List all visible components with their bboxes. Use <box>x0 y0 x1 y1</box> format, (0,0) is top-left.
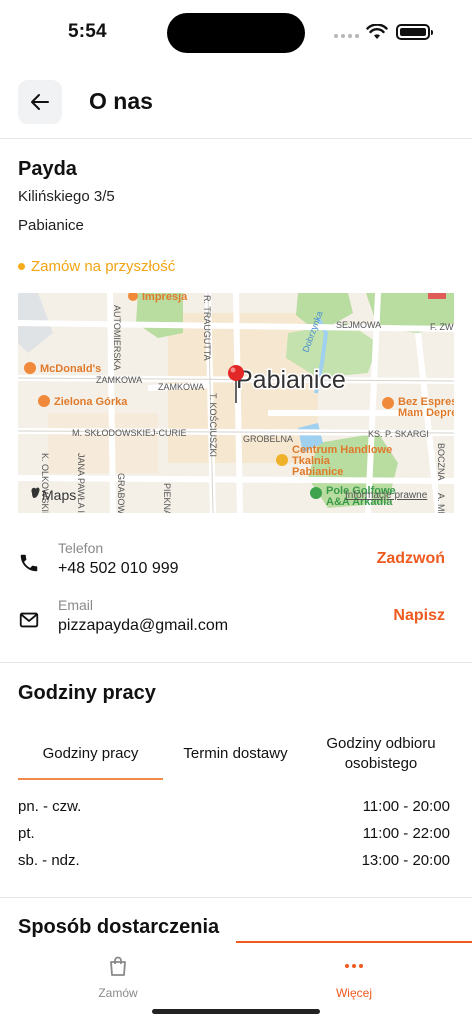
future-order-label: Zamów na przyszłość <box>31 258 176 275</box>
hours-divider <box>0 897 472 898</box>
bag-icon <box>110 956 126 976</box>
map-street-label: ZAMKOWA <box>158 382 204 392</box>
tab-label: Termin dostawy <box>183 745 288 762</box>
tab-delivery-time[interactable]: Termin dostawy <box>163 728 308 780</box>
map-street-label: A. MI <box>436 493 446 513</box>
home-indicator <box>152 1009 320 1014</box>
future-order-dot-icon <box>18 263 25 270</box>
nav-item-order[interactable]: Zamów <box>58 955 178 1000</box>
hours-time: 13:00 - 20:00 <box>361 852 450 869</box>
location-map[interactable]: AUTOMIERSKA R. TRAUGUTTA SEJMOWA F. ZWI … <box>18 293 454 513</box>
header: O nas <box>0 80 472 138</box>
map-poi-label: Pabianice <box>292 466 343 478</box>
page-title: O nas <box>89 88 153 114</box>
map-street-label: T. KOŚCIUSZKI <box>208 393 219 457</box>
nav-active-indicator <box>236 941 472 943</box>
wifi-icon <box>366 24 388 39</box>
map-street-label: F. ZWI <box>430 322 454 332</box>
address-city: Pabianice <box>18 217 84 234</box>
future-order-link[interactable]: Zamów na przyszłość <box>18 258 175 275</box>
phone-number: +48 502 010 999 <box>58 560 179 577</box>
mail-icon <box>19 612 39 628</box>
map-street-label: SEJMOWA <box>336 320 381 330</box>
hours-row: pt. 11:00 - 22:00 <box>18 825 450 842</box>
hours-section-title: Godziny pracy <box>18 682 156 704</box>
hours-row: pn. - czw. 11:00 - 20:00 <box>18 798 450 815</box>
map-street-label: M. SKŁODOWSKIEJ-CURIE <box>72 428 187 438</box>
map-street-label: BOCZNA <box>436 443 446 481</box>
tab-label: Godziny pracy <box>42 745 139 762</box>
delivery-section-title: Sposób dostarczenia <box>18 916 220 938</box>
tab-label: Godziny odbioru osobistego <box>326 735 436 772</box>
header-divider <box>0 138 472 139</box>
maps-attribution-label: Maps <box>42 487 76 503</box>
call-button[interactable]: Zadzwoń <box>377 550 445 568</box>
hours-time: 11:00 - 22:00 <box>362 825 450 842</box>
tab-opening-hours[interactable]: Godziny pracy <box>18 728 163 780</box>
hours-time: 11:00 - 20:00 <box>362 798 450 815</box>
arrow-left-icon <box>31 94 49 110</box>
map-street-label: GROBELNA <box>243 434 293 444</box>
email-address: pizzapayda@gmail.com <box>58 617 229 634</box>
status-bar: 5:54 <box>0 0 472 66</box>
phone-row: Telefon +48 502 010 999 Zadzwoń <box>0 540 472 590</box>
hours-tabs: Godziny pracy Termin dostawy Godziny odb… <box>18 728 454 780</box>
nav-item-more[interactable]: Więcej <box>294 955 414 1000</box>
map-poi-label: Mam Depresji <box>398 407 454 419</box>
hours-days: sb. - ndz. <box>18 852 80 869</box>
map-street-label: AUTOMIERSKA <box>112 305 122 370</box>
status-time: 5:54 <box>68 21 107 42</box>
map-street-label: R. TRAUGUTTA <box>202 295 212 361</box>
map-poi-label: Impresja <box>142 293 188 303</box>
address-street: Kilińskiego 3/5 <box>18 188 115 205</box>
map-street-label: KS. P. SKARGI <box>368 429 429 439</box>
map-street-label: JANA PAWŁA II <box>76 453 86 513</box>
phone-icon <box>20 554 38 572</box>
hours-days: pt. <box>18 825 35 842</box>
email-label: Email <box>58 597 94 613</box>
contacts-divider <box>0 662 472 663</box>
hours-days: pn. - czw. <box>18 798 82 815</box>
write-button[interactable]: Napisz <box>393 607 445 625</box>
restaurant-name: Payda <box>18 158 77 180</box>
nav-item-label: Więcej <box>335 986 372 1000</box>
hours-row: sb. - ndz. 13:00 - 20:00 <box>18 852 450 869</box>
map-poi-label: McDonald's <box>40 363 101 375</box>
phone-label: Telefon <box>58 540 104 556</box>
map-legal-link[interactable]: Informacje prawne <box>345 490 428 501</box>
map-street-label: PIEKNA <box>162 483 172 513</box>
email-row: Email pizzapayda@gmail.com Napisz <box>0 597 472 647</box>
map-street-label: GRABOWA <box>116 473 126 513</box>
nav-item-label: Zamów <box>98 986 138 1000</box>
map-street-label: ZAMKOWA <box>96 375 142 385</box>
map-street-label: K. OLKOWSKIEGO <box>40 453 50 513</box>
back-button[interactable] <box>18 80 62 124</box>
signal-icon <box>334 34 359 38</box>
map-poi-label: Zielona Górka <box>54 396 128 408</box>
dynamic-island <box>167 13 305 53</box>
tab-pickup-hours[interactable]: Godziny odbioru osobistego <box>308 728 454 780</box>
battery-icon <box>396 24 433 40</box>
map-city-label: Pabianice <box>236 366 346 394</box>
more-dots-icon <box>345 964 363 968</box>
